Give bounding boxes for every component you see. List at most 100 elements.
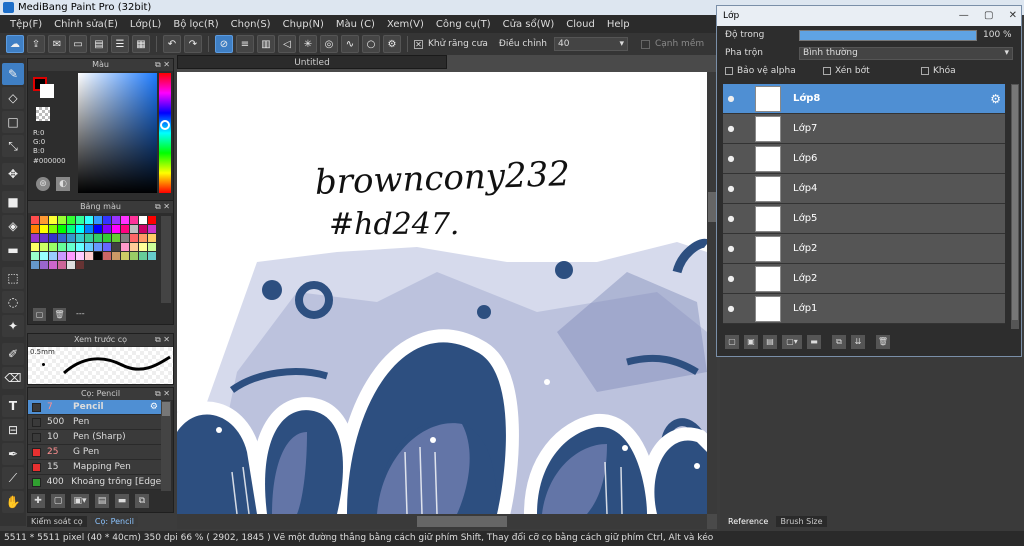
- new-layer-icon[interactable]: ▢: [725, 335, 739, 349]
- palette-swatch[interactable]: [103, 225, 111, 233]
- palette-swatch[interactable]: [58, 225, 66, 233]
- palette-swatch[interactable]: [121, 225, 129, 233]
- palette-swatch[interactable]: [103, 216, 111, 224]
- hue-slider[interactable]: [159, 73, 171, 193]
- palette-swatch[interactable]: [94, 252, 102, 260]
- layer-list-scrollbar[interactable]: [1011, 84, 1019, 329]
- snap-settings-icon[interactable]: ⚙: [383, 35, 401, 53]
- panel-close-icon[interactable]: ⧉ ✕: [155, 388, 170, 400]
- select-eraser-tool-icon[interactable]: ⌫: [2, 367, 24, 389]
- palette-swatch[interactable]: [130, 252, 138, 260]
- palette-swatch[interactable]: [76, 234, 84, 242]
- merge-layer-icon[interactable]: ⇊: [851, 335, 865, 349]
- layer-item[interactable]: ● Lớp7: [723, 114, 1005, 144]
- blend-select[interactable]: Bình thường ▾: [799, 46, 1013, 60]
- palette-swatch[interactable]: [94, 243, 102, 251]
- palette-swatch[interactable]: [121, 252, 129, 260]
- palette-swatch[interactable]: [67, 252, 75, 260]
- palette-swatch[interactable]: [130, 225, 138, 233]
- brush-item[interactable]: 25 G Pen: [28, 445, 161, 460]
- select-tool-icon[interactable]: ⬚: [2, 267, 24, 289]
- visibility-eye-icon[interactable]: ●: [723, 274, 739, 283]
- redo-icon[interactable]: ↷: [184, 35, 202, 53]
- brush-item[interactable]: 500 Pen: [28, 415, 161, 430]
- color-mix-icon[interactable]: ◐: [56, 177, 70, 191]
- palette-swatch[interactable]: [139, 216, 147, 224]
- parallel-snap-icon[interactable]: ≡: [236, 35, 254, 53]
- gear-icon[interactable]: ⚙: [150, 402, 158, 412]
- eraser-tool-icon[interactable]: ◇: [2, 87, 24, 109]
- gear-icon[interactable]: ⚙: [990, 92, 1001, 106]
- palette-swatch[interactable]: [139, 243, 147, 251]
- new-brush-icon[interactable]: ▢: [51, 494, 65, 508]
- fill-rect-tool-icon[interactable]: ■: [2, 191, 24, 213]
- palette-swatch[interactable]: [112, 243, 120, 251]
- antialias-checkbox[interactable]: ✕: [414, 39, 423, 49]
- add-brush-icon[interactable]: ✚: [31, 494, 45, 508]
- palette-swatch[interactable]: [85, 243, 93, 251]
- palette-swatch[interactable]: [76, 252, 84, 260]
- opacity-slider[interactable]: [799, 29, 977, 41]
- palette-swatch[interactable]: [67, 243, 75, 251]
- visibility-eye-icon[interactable]: ●: [723, 184, 739, 193]
- layer-item[interactable]: ● Lớp8 ⚙: [723, 84, 1005, 114]
- delete-layer-icon[interactable]: 🗑: [876, 335, 890, 349]
- maximize-icon[interactable]: ▢: [984, 10, 993, 21]
- adjust-select[interactable]: 40 ▾: [553, 37, 628, 51]
- select-pen-tool-icon[interactable]: ✐: [2, 343, 24, 365]
- palette-swatch[interactable]: [112, 216, 120, 224]
- visibility-eye-icon[interactable]: ●: [723, 94, 739, 103]
- brush-settings-icon[interactable]: ▤: [95, 494, 109, 508]
- brush-item[interactable]: 400 Khoảng trống [Edge l: [28, 475, 161, 490]
- menu-window[interactable]: Cửa sổ(W): [497, 19, 561, 30]
- palette-swatch[interactable]: [85, 216, 93, 224]
- visibility-eye-icon[interactable]: ●: [723, 244, 739, 253]
- brush-menu-icon[interactable]: ▣▾: [71, 494, 89, 508]
- palette-swatch[interactable]: [76, 216, 84, 224]
- cloud-icon[interactable]: ☁: [6, 35, 24, 53]
- palette-swatch[interactable]: [112, 234, 120, 242]
- list-icon[interactable]: ☰: [111, 35, 129, 53]
- palette-swatch[interactable]: [103, 252, 111, 260]
- layer-item[interactable]: ● Lớp2: [723, 264, 1005, 294]
- soft-edge-checkbox[interactable]: [640, 39, 650, 49]
- saturation-value-picker[interactable]: [78, 73, 157, 193]
- menu-view[interactable]: Xem(V): [381, 19, 430, 30]
- palette-swatch[interactable]: [76, 225, 84, 233]
- visibility-eye-icon[interactable]: ●: [723, 124, 739, 133]
- palette-swatch[interactable]: [49, 243, 57, 251]
- palette-swatch[interactable]: [85, 225, 93, 233]
- brush-list-scrollbar[interactable]: [161, 401, 171, 491]
- transparent-color-swatch[interactable]: [36, 107, 50, 121]
- palette-scrollbar[interactable]: [161, 216, 171, 303]
- layer-item[interactable]: ● Lớp4: [723, 174, 1005, 204]
- palette-swatch[interactable]: [40, 252, 48, 260]
- dot-tool-icon[interactable]: ⤡: [2, 135, 24, 157]
- palette-swatch[interactable]: [148, 234, 156, 242]
- background-color-swatch[interactable]: [40, 84, 54, 98]
- palette-swatch[interactable]: [85, 234, 93, 242]
- layer-item[interactable]: ● Lớp1: [723, 294, 1005, 324]
- visibility-eye-icon[interactable]: ●: [723, 154, 739, 163]
- brush-item[interactable]: 7 Pencil ⚙: [28, 400, 161, 415]
- palette-swatch[interactable]: [49, 252, 57, 260]
- circle-snap-icon[interactable]: ◎: [320, 35, 338, 53]
- palette-swatch[interactable]: [121, 216, 129, 224]
- palette-swatch[interactable]: [40, 261, 48, 269]
- visibility-eye-icon[interactable]: ●: [723, 304, 739, 313]
- palette-swatch[interactable]: [112, 252, 120, 260]
- brush-folder-icon[interactable]: ▬: [115, 494, 129, 508]
- palette-swatch[interactable]: [31, 243, 39, 251]
- palette-swatch[interactable]: [31, 261, 39, 269]
- palette-swatch[interactable]: [121, 234, 129, 242]
- palette-swatch[interactable]: [67, 234, 75, 242]
- palette-swatch[interactable]: [40, 243, 48, 251]
- menu-tools[interactable]: Công cụ(T): [430, 19, 497, 30]
- grid-icon[interactable]: ▦: [132, 35, 150, 53]
- new-halftone-layer-icon[interactable]: ▣: [744, 335, 758, 349]
- panel-close-icon[interactable]: ⧉ ✕: [155, 59, 170, 71]
- ring-snap-icon[interactable]: ○: [362, 35, 380, 53]
- palette-swatch[interactable]: [148, 252, 156, 260]
- palette-swatch[interactable]: [94, 234, 102, 242]
- palette-swatch[interactable]: [49, 234, 57, 242]
